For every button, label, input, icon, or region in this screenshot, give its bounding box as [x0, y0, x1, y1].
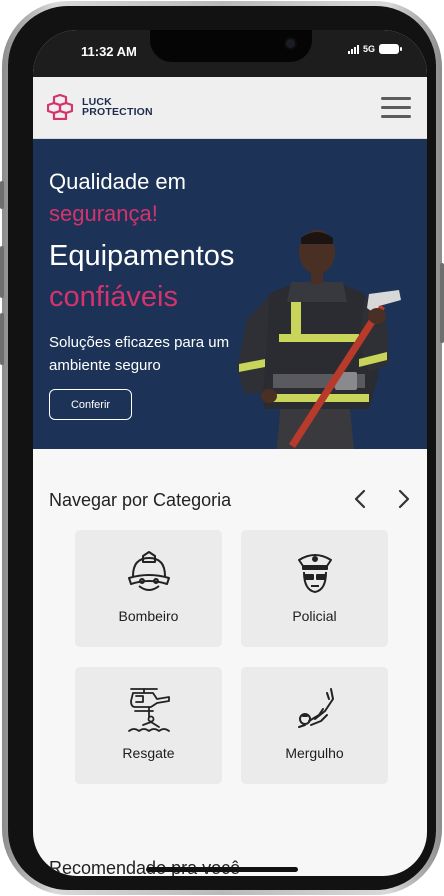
category-label: Resgate — [122, 745, 175, 761]
hero-description: Soluções eficazes para um ambiente segur… — [49, 334, 230, 374]
logo-wordmark: LUCK PROTECTION — [82, 97, 153, 118]
conferir-button[interactable]: Conferir — [49, 389, 132, 420]
chevron-left-icon[interactable] — [349, 487, 373, 511]
category-card-policial[interactable]: Policial — [241, 530, 388, 647]
logo-line-2: PROTECTION — [82, 106, 153, 118]
app-screen: 11:32 AM 5G LUCK PROTECTION Qualidade em… — [33, 30, 427, 876]
volume-up-button — [0, 246, 4, 298]
battery-icon — [379, 44, 402, 54]
category-card-mergulho[interactable]: Mergulho — [241, 667, 388, 784]
category-label: Mergulho — [285, 745, 344, 761]
hero-title-line-1: Equipamentos — [49, 240, 235, 272]
front-camera — [284, 37, 297, 50]
network-type: 5G — [362, 44, 375, 54]
hero-banner: Qualidade em segurança! Equipamentos con… — [33, 139, 427, 449]
category-card-resgate[interactable]: Resgate — [75, 667, 222, 784]
firefighter-image — [237, 230, 401, 449]
category-label: Policial — [292, 608, 337, 624]
hamburger-menu-icon[interactable] — [381, 97, 411, 119]
status-time: 11:32 AM — [81, 44, 137, 59]
diver-icon — [298, 688, 334, 728]
hero-subtitle-line-2: segurança! — [49, 201, 158, 226]
volume-down-button — [0, 313, 4, 365]
police-officer-icon — [298, 554, 332, 593]
brand-logo[interactable]: LUCK PROTECTION — [47, 94, 153, 120]
home-indicator[interactable] — [146, 867, 298, 872]
categories-title: Navegar por Categoria — [49, 490, 232, 510]
rescue-helicopter-icon — [128, 688, 170, 732]
app-header: LUCK PROTECTION — [33, 77, 427, 139]
phone-bezel: 11:32 AM 5G LUCK PROTECTION Qualidade em… — [8, 6, 436, 890]
mute-switch — [0, 181, 4, 209]
power-button — [440, 263, 444, 343]
logo-icon — [47, 94, 73, 120]
status-bar: 11:32 AM 5G — [33, 30, 427, 77]
notch — [150, 30, 312, 62]
phone-frame: 11:32 AM 5G LUCK PROTECTION Qualidade em… — [0, 1, 444, 895]
status-indicators: 5G — [347, 44, 402, 54]
firefighter-helmet-icon — [128, 551, 170, 591]
hero-title-line-2: confiáveis — [49, 281, 178, 313]
category-card-bombeiro[interactable]: Bombeiro — [75, 530, 222, 647]
signal-icon — [347, 44, 359, 54]
hero-subtitle-line-1: Qualidade em — [49, 169, 186, 194]
category-label: Bombeiro — [118, 608, 179, 624]
chevron-right-icon[interactable] — [391, 487, 415, 511]
